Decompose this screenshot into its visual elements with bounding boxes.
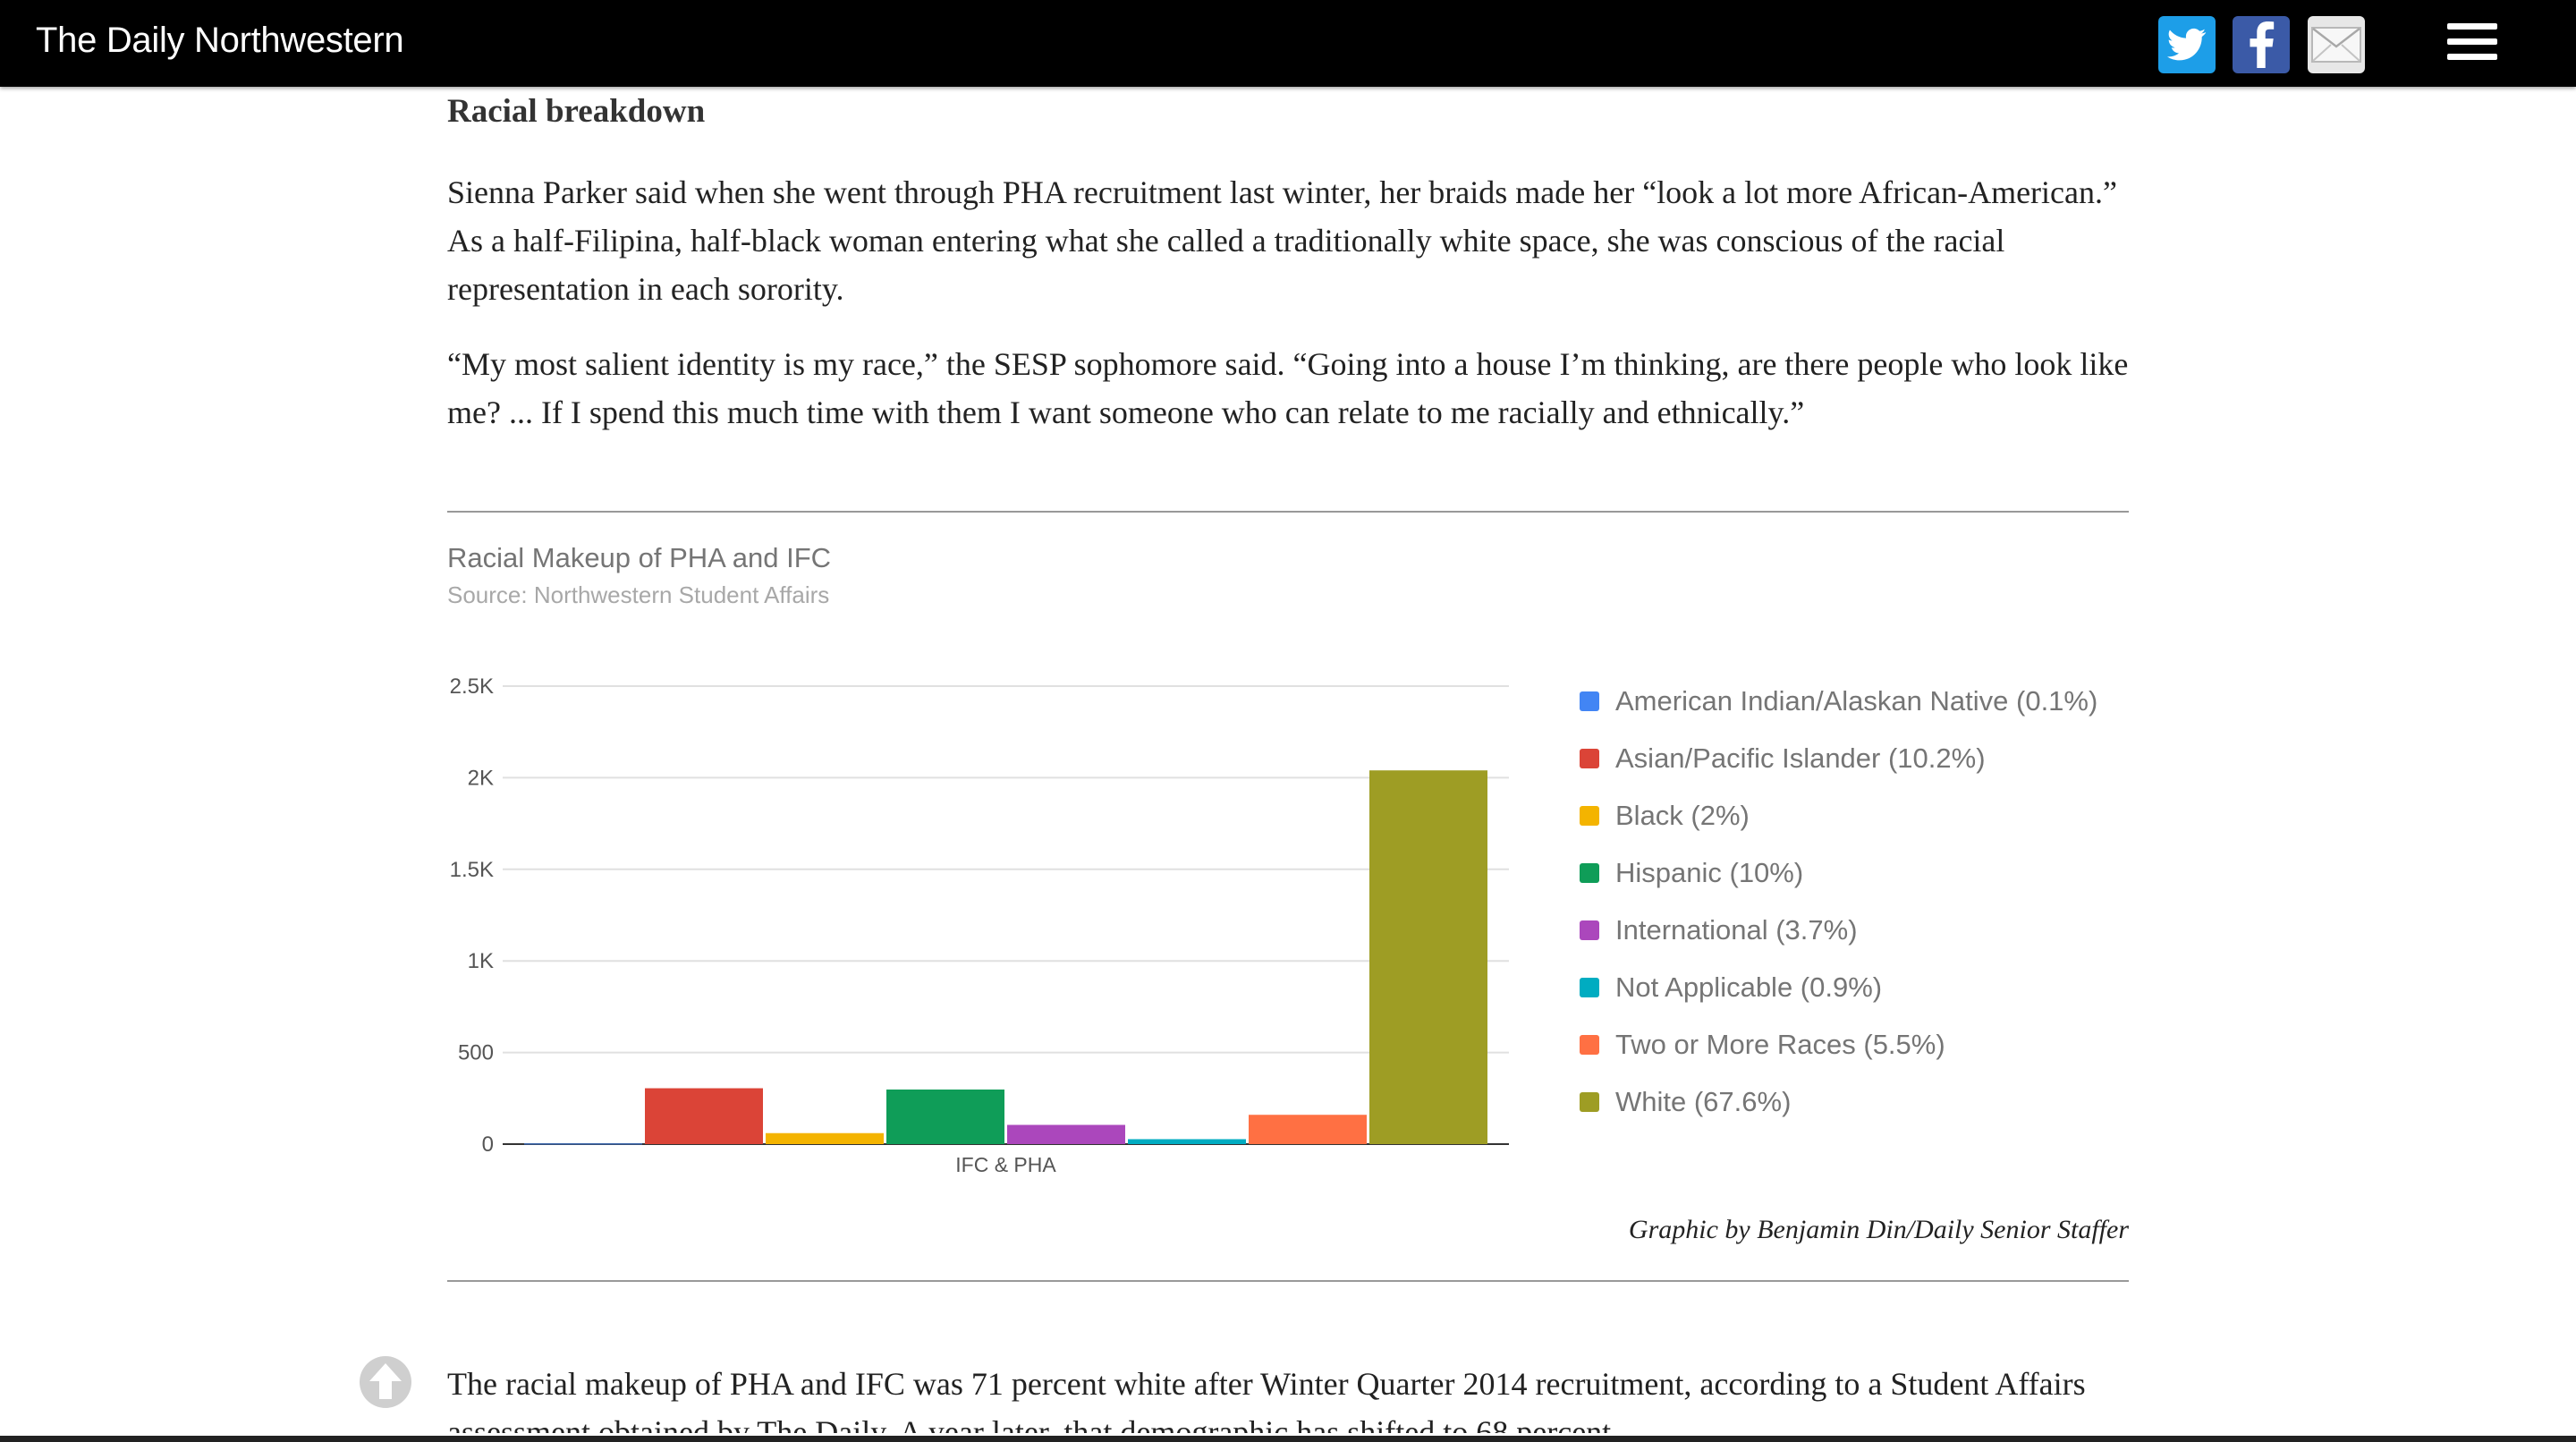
legend-swatch <box>1580 691 1599 711</box>
legend-swatch <box>1580 978 1599 997</box>
legend-item: Hispanic (10%) <box>1580 844 2097 902</box>
legend-swatch <box>1580 1035 1599 1055</box>
article-paragraph: The racial makeup of PHA and IFC was 71 … <box>447 1366 2086 1433</box>
graphic-credit: Graphic by Benjamin Din/Daily Senior Sta… <box>1628 1215 2129 1244</box>
chart-title: Racial Makeup of PHA and IFC <box>447 542 832 573</box>
legend-label: Asian/Pacific Islander (10.2%) <box>1615 742 1986 774</box>
bar <box>645 1088 763 1144</box>
arrow-up-circle-icon <box>360 1356 411 1408</box>
bar-chart: 0 500 1K 1.5K 2K 2.5K IFC & PHA <box>450 674 1509 1176</box>
y-tick-label: 1.5K <box>450 858 494 882</box>
legend-label: Black (2%) <box>1615 800 1750 831</box>
section-heading: Racial breakdown <box>447 93 706 130</box>
legend-label: American Indian/Alaskan Native (0.1%) <box>1615 685 2098 717</box>
legend-item: Not Applicable (0.9%) <box>1580 959 2097 1016</box>
legend-item: American Indian/Alaskan Native (0.1%) <box>1580 673 2097 730</box>
chart-legend: American Indian/Alaskan Native (0.1%) Asi… <box>1580 673 2097 1131</box>
y-tick-label: 500 <box>458 1041 494 1065</box>
legend-item: Asian/Pacific Islander (10.2%) <box>1580 730 2097 787</box>
facebook-icon <box>2250 21 2275 68</box>
legend-swatch <box>1580 863 1599 883</box>
bar <box>1128 1139 1246 1144</box>
y-tick-label: 0 <box>482 1132 494 1157</box>
legend-item: Two or More Races (5.5%) <box>1580 1016 2097 1073</box>
divider <box>447 511 2129 513</box>
y-tick-label: 2.5K <box>450 674 494 699</box>
bar <box>766 1132 884 1144</box>
bar <box>1249 1115 1367 1144</box>
bar <box>524 1143 642 1145</box>
legend-label: Not Applicable (0.9%) <box>1615 971 1883 1003</box>
bar <box>886 1089 1004 1144</box>
bar <box>1007 1124 1125 1144</box>
y-tick-label: 2K <box>468 766 494 790</box>
email-icon <box>2311 27 2361 63</box>
top-nav-bar: The Daily Northwestern <box>0 0 2576 87</box>
site-logo-link[interactable]: The Daily Northwestern <box>36 18 404 63</box>
legend-item: International (3.7%) <box>1580 902 2097 959</box>
twitter-icon <box>2167 28 2207 61</box>
x-tick-label: IFC & PHA <box>955 1153 1056 1176</box>
divider <box>447 1280 2129 1282</box>
legend-swatch <box>1580 749 1599 768</box>
legend-label: Hispanic (10%) <box>1615 857 1804 888</box>
legend-item: Black (2%) <box>1580 787 2097 844</box>
legend-label: International (3.7%) <box>1615 914 1858 946</box>
back-to-top-button[interactable] <box>358 1354 413 1410</box>
email-share-button[interactable] <box>2308 16 2365 73</box>
window-bottom-edge <box>0 1436 2576 1442</box>
twitter-share-button[interactable] <box>2158 16 2216 73</box>
hamburger-icon <box>2447 23 2497 30</box>
hamburger-menu-button[interactable] <box>2440 20 2497 66</box>
bar <box>1369 770 1487 1144</box>
facebook-share-button[interactable] <box>2233 16 2290 73</box>
legend-swatch <box>1580 806 1599 826</box>
legend-swatch <box>1580 920 1599 940</box>
legend-item: White (67.6%) <box>1580 1073 2097 1131</box>
article-paragraph: Sienna Parker said when she went through… <box>447 174 2117 307</box>
chart-source: Source: Northwestern Student Affairs <box>447 581 830 608</box>
y-tick-label: 1K <box>468 949 494 973</box>
legend-swatch <box>1580 1092 1599 1112</box>
legend-label: Two or More Races (5.5%) <box>1615 1029 1945 1060</box>
legend-label: White (67.6%) <box>1615 1086 1792 1117</box>
article-paragraph: “My most salient identity is my race,” t… <box>447 346 2129 430</box>
